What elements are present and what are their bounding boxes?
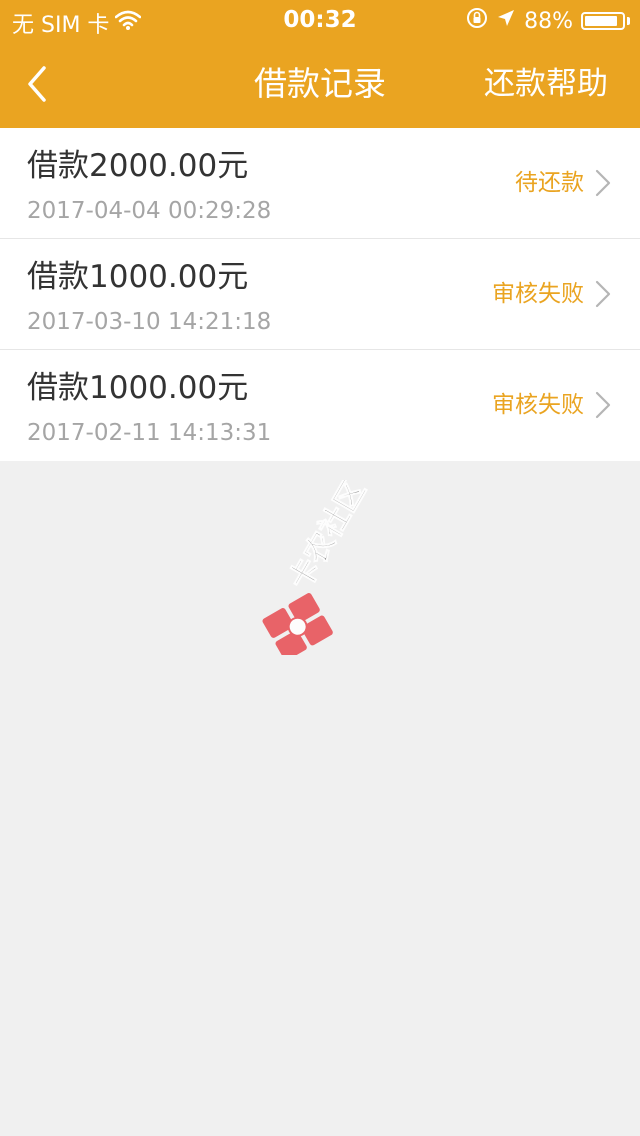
chevron-right-icon: [595, 280, 611, 308]
loan-amount: 借款1000.00元: [27, 370, 249, 406]
loan-amount: 借款1000.00元: [27, 259, 249, 295]
loan-record-row[interactable]: 借款1000.00元 2017-03-10 14:21:18 审核失败: [0, 239, 640, 350]
watermark-logo: 卡农社区: [262, 474, 373, 661]
watermark-text: 卡农社区: [283, 480, 373, 596]
loan-time: 2017-03-10 14:21:18: [27, 309, 272, 335]
loan-status: 待还款: [515, 170, 584, 196]
loan-amount: 借款2000.00元: [27, 148, 249, 184]
loan-record-list: 借款2000.00元 2017-04-04 00:29:28 待还款 借款100…: [0, 128, 640, 461]
loan-status: 审核失败: [492, 281, 584, 307]
location-arrow-icon: [496, 8, 516, 34]
loan-time: 2017-02-11 14:13:31: [27, 420, 272, 446]
loan-time: 2017-04-04 00:29:28: [27, 198, 272, 224]
loan-record-row[interactable]: 借款1000.00元 2017-02-11 14:13:31 审核失败: [0, 350, 640, 461]
battery-icon: [581, 12, 625, 30]
status-bar: 无 SIM 卡 00:32 88%: [0, 0, 640, 40]
battery-tip: [627, 17, 630, 25]
header-bar: 无 SIM 卡 00:32 88% 借款记录 还款帮助: [0, 0, 640, 128]
community-watermark: 卡农社区: [258, 474, 388, 661]
loan-status: 审核失败: [492, 392, 584, 418]
battery-level: [585, 16, 617, 26]
navigation-bar: 借款记录 还款帮助: [0, 40, 640, 128]
chevron-right-icon: [595, 391, 611, 419]
rotation-lock-icon: [466, 7, 488, 35]
loan-record-row[interactable]: 借款2000.00元 2017-04-04 00:29:28 待还款: [0, 128, 640, 239]
chevron-right-icon: [595, 169, 611, 197]
repayment-help-button[interactable]: 还款帮助: [484, 62, 608, 106]
status-right: 88%: [466, 7, 630, 35]
battery-percent: 88%: [524, 8, 573, 34]
